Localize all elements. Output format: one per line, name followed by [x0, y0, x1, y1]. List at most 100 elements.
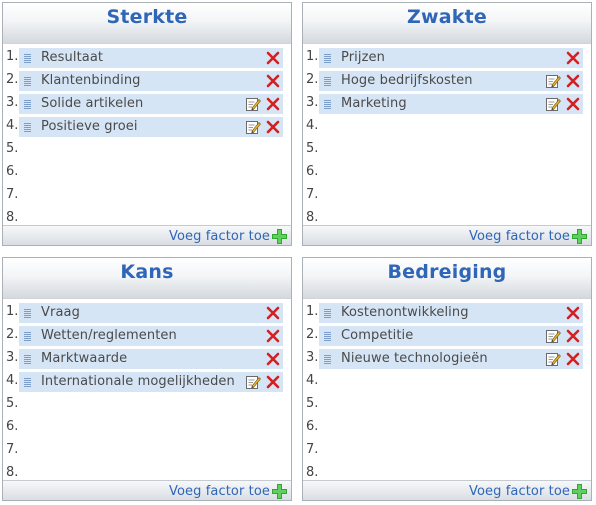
factor-item[interactable]: Prijzen [319, 48, 583, 68]
add-factor-label: Voeg factor toe [169, 483, 270, 499]
edit-note-icon[interactable] [245, 96, 261, 112]
drag-handle-icon[interactable] [24, 355, 31, 364]
drag-handle-icon[interactable] [324, 355, 331, 364]
plus-icon [272, 228, 287, 244]
list-row: 4. Positieve groei [3, 116, 291, 139]
factor-item[interactable]: Hoge bedrijfskosten [319, 71, 583, 91]
factor-item[interactable]: Positieve groei [19, 117, 283, 137]
factor-label: Resultaat [41, 50, 104, 65]
panel-bedreiging: Bedreiging 1. Kostenontwikkeling 2. Competi… [302, 257, 592, 501]
factor-label: Internationale mogelijkheden [41, 374, 235, 389]
list-row: 4. Internationale mogelijkheden [3, 371, 291, 394]
row-number: 2. [306, 72, 319, 87]
drag-handle-icon[interactable] [324, 54, 331, 63]
delete-x-icon[interactable] [565, 73, 581, 89]
panel-zwakte: Zwakte 1. Prijzen 2. Hoge bedrijfskosten 3. M… [302, 2, 592, 246]
row-number: 6. [6, 164, 19, 179]
row-number: 3. [306, 95, 319, 110]
list-row: 5. [3, 394, 291, 417]
row-number: 7. [306, 187, 319, 202]
add-factor-label: Voeg factor toe [469, 483, 570, 499]
delete-x-icon[interactable] [265, 96, 281, 112]
row-number: 1. [306, 304, 319, 319]
factor-item[interactable]: Klantenbinding [19, 71, 283, 91]
delete-x-icon[interactable] [565, 96, 581, 112]
delete-x-icon[interactable] [265, 50, 281, 66]
list-row: 2. Klantenbinding [3, 70, 291, 93]
panel-title: Bedreiging [387, 261, 507, 283]
row-number: 2. [306, 327, 319, 342]
factor-item[interactable]: Competitie [319, 326, 583, 346]
row-number: 3. [6, 350, 19, 365]
factor-item[interactable]: Vraag [19, 303, 283, 323]
factor-item[interactable]: Internationale mogelijkheden [19, 372, 283, 392]
edit-note-icon[interactable] [545, 351, 561, 367]
drag-handle-icon[interactable] [24, 332, 31, 341]
edit-note-icon[interactable] [245, 119, 261, 135]
delete-x-icon[interactable] [265, 305, 281, 321]
list-row: 6. [3, 162, 291, 185]
delete-x-icon[interactable] [265, 119, 281, 135]
drag-handle-icon[interactable] [324, 100, 331, 109]
add-factor-button[interactable]: Voeg factor toe [469, 227, 588, 245]
drag-handle-icon[interactable] [24, 309, 31, 318]
row-number: 5. [6, 396, 19, 411]
panel-kans: Kans 1. Vraag 2. Wetten/reglementen 3. Marktw… [2, 257, 292, 501]
panel-footer: Voeg factor toe [303, 225, 591, 245]
drag-handle-icon[interactable] [24, 123, 31, 132]
plus-icon [572, 228, 587, 244]
panel-title: Kans [120, 261, 174, 283]
row-number: 6. [306, 419, 319, 434]
plus-icon [572, 483, 587, 499]
panel-footer: Voeg factor toe [303, 480, 591, 500]
delete-x-icon[interactable] [265, 374, 281, 390]
drag-handle-icon[interactable] [324, 332, 331, 341]
edit-note-icon[interactable] [545, 96, 561, 112]
edit-note-icon[interactable] [545, 328, 561, 344]
factor-item[interactable]: Solide artikelen [19, 94, 283, 114]
delete-x-icon[interactable] [565, 305, 581, 321]
delete-x-icon[interactable] [265, 73, 281, 89]
factor-label: Positieve groei [41, 119, 138, 134]
row-number: 2. [6, 327, 19, 342]
add-factor-button[interactable]: Voeg factor toe [169, 482, 288, 500]
drag-handle-icon[interactable] [24, 378, 31, 387]
drag-handle-icon[interactable] [324, 77, 331, 86]
factor-item[interactable]: Marktwaarde [19, 349, 283, 369]
row-number: 8. [6, 210, 19, 225]
delete-x-icon[interactable] [265, 328, 281, 344]
list-row: 6. [303, 417, 591, 440]
factor-label: Prijzen [341, 50, 385, 65]
factor-item[interactable]: Kostenontwikkeling [319, 303, 583, 323]
factor-item[interactable]: Resultaat [19, 48, 283, 68]
drag-handle-icon[interactable] [24, 54, 31, 63]
edit-note-icon[interactable] [245, 374, 261, 390]
row-number: 8. [306, 210, 319, 225]
add-factor-label: Voeg factor toe [469, 228, 570, 244]
delete-x-icon[interactable] [265, 351, 281, 367]
delete-x-icon[interactable] [565, 328, 581, 344]
delete-x-icon[interactable] [565, 351, 581, 367]
add-factor-button[interactable]: Voeg factor toe [469, 482, 588, 500]
row-number: 1. [6, 49, 19, 64]
row-number: 7. [6, 442, 19, 457]
plus-icon [272, 483, 287, 499]
add-factor-button[interactable]: Voeg factor toe [169, 227, 288, 245]
row-number: 3. [6, 95, 19, 110]
delete-x-icon[interactable] [565, 50, 581, 66]
edit-note-icon[interactable] [545, 73, 561, 89]
row-number: 4. [6, 373, 19, 388]
factor-item[interactable]: Marketing [319, 94, 583, 114]
panel-title: Sterkte [106, 6, 188, 28]
list-row: 2. Competitie [303, 325, 591, 348]
factor-item[interactable]: Nieuwe technologieën [319, 349, 583, 369]
factor-item[interactable]: Wetten/reglementen [19, 326, 283, 346]
row-number: 7. [306, 442, 319, 457]
list-row: 6. [303, 162, 591, 185]
list-row: 5. [303, 394, 591, 417]
drag-handle-icon[interactable] [24, 77, 31, 86]
list-row: 4. [303, 371, 591, 394]
drag-handle-icon[interactable] [24, 100, 31, 109]
factor-list: 1. Kostenontwikkeling 2. Competitie 3. Nieuwe… [303, 299, 591, 486]
drag-handle-icon[interactable] [324, 309, 331, 318]
